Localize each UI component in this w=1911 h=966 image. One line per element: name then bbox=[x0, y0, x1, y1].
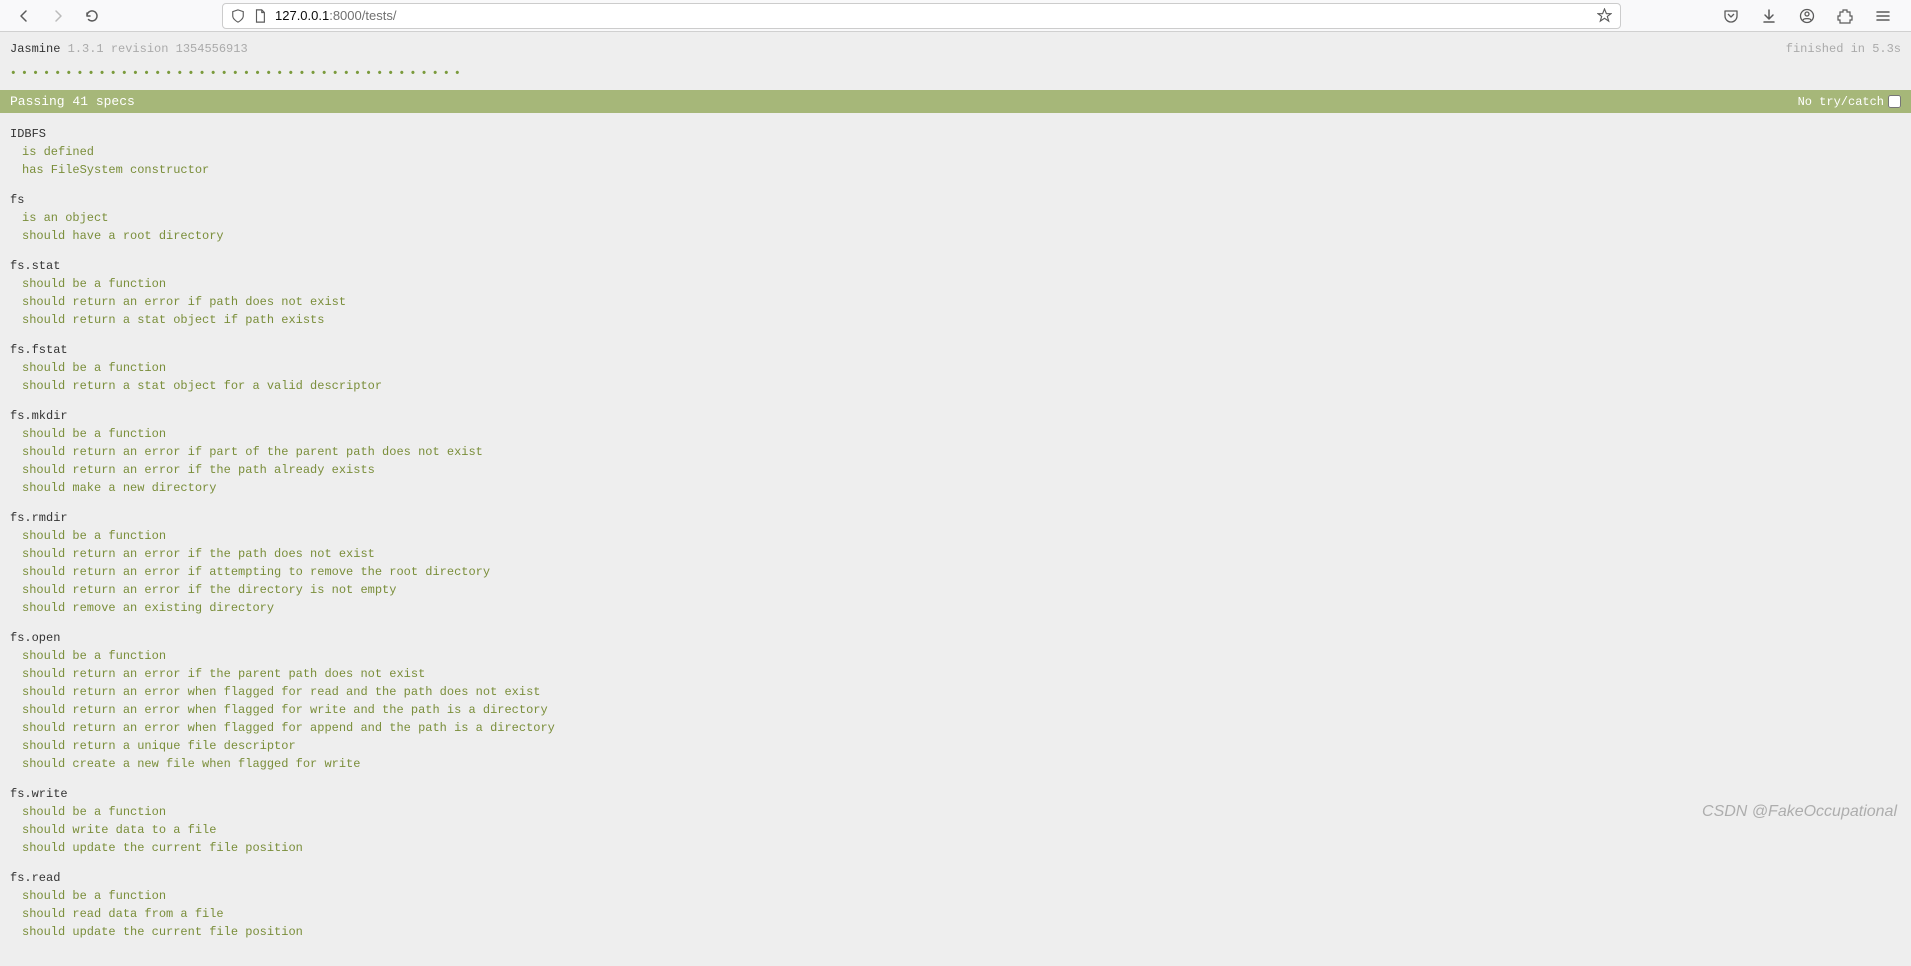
spec-item[interactable]: should return an error when flagged for … bbox=[22, 701, 1901, 719]
downloads-icon[interactable] bbox=[1755, 2, 1783, 30]
forward-button[interactable] bbox=[44, 2, 72, 30]
spec-item[interactable]: should be a function bbox=[22, 359, 1901, 377]
back-button[interactable] bbox=[10, 2, 38, 30]
suite: fs.statshould be a functionshould return… bbox=[10, 257, 1901, 329]
spec-dots: ••••••••••••••••••••••••••••••••••••••••… bbox=[0, 66, 1911, 90]
suite-name[interactable]: fs.mkdir bbox=[10, 407, 1901, 425]
spec-item[interactable]: should return an error when flagged for … bbox=[22, 683, 1901, 701]
trycatch-toggle[interactable]: No try/catch bbox=[1798, 95, 1901, 109]
spec-item[interactable]: should return an error if attempting to … bbox=[22, 563, 1901, 581]
summary-text[interactable]: Passing 41 specs bbox=[10, 94, 135, 109]
spec-item[interactable]: should be a function bbox=[22, 275, 1901, 293]
suite-name[interactable]: fs.write bbox=[10, 785, 1901, 803]
spec-item[interactable]: should return a stat object if path exis… bbox=[22, 311, 1901, 329]
spec-item[interactable]: is an object bbox=[22, 209, 1901, 227]
suite: IDBFSis definedhas FileSystem constructo… bbox=[10, 125, 1901, 179]
suite-name[interactable]: IDBFS bbox=[10, 125, 1901, 143]
spec-item[interactable]: should have a root directory bbox=[22, 227, 1901, 245]
spec-item[interactable]: has FileSystem constructor bbox=[22, 161, 1901, 179]
suite: fs.openshould be a functionshould return… bbox=[10, 629, 1901, 773]
spec-item[interactable]: should update the current file position bbox=[22, 839, 1901, 857]
jasmine-version: 1.3.1 revision 1354556913 bbox=[68, 42, 248, 56]
suite-name[interactable]: fs.stat bbox=[10, 257, 1901, 275]
results: IDBFSis definedhas FileSystem constructo… bbox=[0, 113, 1911, 965]
spec-item[interactable]: is defined bbox=[22, 143, 1901, 161]
menu-icon[interactable] bbox=[1869, 2, 1897, 30]
spec-item[interactable]: should return an error if the parent pat… bbox=[22, 665, 1901, 683]
spec-item[interactable]: should be a function bbox=[22, 887, 1901, 905]
url-text: 127.0.0.1:8000/tests/ bbox=[275, 8, 1589, 23]
spec-item[interactable]: should return an error if part of the pa… bbox=[22, 443, 1901, 461]
spec-item[interactable]: should make a new directory bbox=[22, 479, 1901, 497]
spec-item[interactable]: should be a function bbox=[22, 425, 1901, 443]
spec-item[interactable]: should return a stat object for a valid … bbox=[22, 377, 1901, 395]
url-bar[interactable]: 127.0.0.1:8000/tests/ bbox=[222, 3, 1621, 29]
spec-item[interactable]: should return an error if the path does … bbox=[22, 545, 1901, 563]
suite: fs.mkdirshould be a functionshould retur… bbox=[10, 407, 1901, 497]
suite: fs.fstatshould be a functionshould retur… bbox=[10, 341, 1901, 395]
trycatch-checkbox[interactable] bbox=[1888, 95, 1901, 108]
pocket-icon[interactable] bbox=[1717, 2, 1745, 30]
spec-item[interactable]: should return an error if the path alrea… bbox=[22, 461, 1901, 479]
spec-item[interactable]: should update the current file position bbox=[22, 923, 1901, 941]
spec-item[interactable]: should read data from a file bbox=[22, 905, 1901, 923]
spec-item[interactable]: should return an error when flagged for … bbox=[22, 719, 1901, 737]
suite-name[interactable]: fs.read bbox=[10, 869, 1901, 887]
browser-toolbar: 127.0.0.1:8000/tests/ bbox=[0, 0, 1911, 32]
suite: fsis an objectshould have a root directo… bbox=[10, 191, 1901, 245]
suite: fs.writeshould be a functionshould write… bbox=[10, 785, 1901, 857]
suite-name[interactable]: fs.open bbox=[10, 629, 1901, 647]
suite-name[interactable]: fs.rmdir bbox=[10, 509, 1901, 527]
jasmine-header: Jasmine 1.3.1 revision 1354556913 finish… bbox=[0, 32, 1911, 66]
spec-item[interactable]: should return a unique file descriptor bbox=[22, 737, 1901, 755]
page-icon bbox=[253, 9, 267, 23]
suite-name[interactable]: fs.fstat bbox=[10, 341, 1901, 359]
spec-item[interactable]: should write data to a file bbox=[22, 821, 1901, 839]
jasmine-duration: finished in 5.3s bbox=[1786, 42, 1901, 56]
shield-icon bbox=[231, 9, 245, 23]
spec-item[interactable]: should be a function bbox=[22, 527, 1901, 545]
extensions-icon[interactable] bbox=[1831, 2, 1859, 30]
suite: fs.readshould be a functionshould read d… bbox=[10, 869, 1901, 941]
summary-bar: Passing 41 specs No try/catch bbox=[0, 90, 1911, 113]
suite-name[interactable]: fs bbox=[10, 191, 1901, 209]
suite: fs.rmdirshould be a functionshould retur… bbox=[10, 509, 1901, 617]
spec-item[interactable]: should be a function bbox=[22, 647, 1901, 665]
reload-button[interactable] bbox=[78, 2, 106, 30]
spec-item[interactable]: should be a function bbox=[22, 803, 1901, 821]
bookmark-star-icon[interactable] bbox=[1597, 8, 1612, 23]
spec-item[interactable]: should return an error if path does not … bbox=[22, 293, 1901, 311]
spec-item[interactable]: should return an error if the directory … bbox=[22, 581, 1901, 599]
spec-item[interactable]: should remove an existing directory bbox=[22, 599, 1901, 617]
account-icon[interactable] bbox=[1793, 2, 1821, 30]
jasmine-title[interactable]: Jasmine bbox=[10, 42, 60, 56]
spec-item[interactable]: should create a new file when flagged fo… bbox=[22, 755, 1901, 773]
